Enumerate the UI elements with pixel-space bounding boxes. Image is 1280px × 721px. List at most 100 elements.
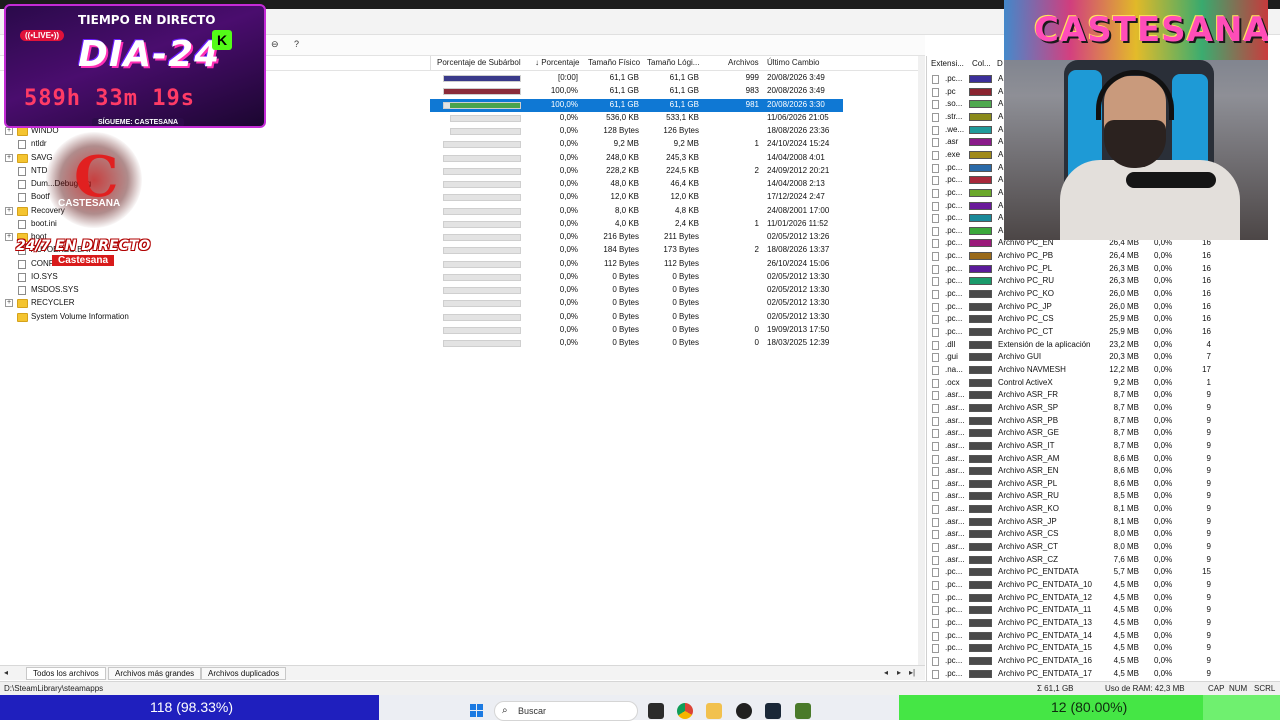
extension-row[interactable]: .pc... Archivo PC_ENTDATA_10 4,5 MB 0,0% 9 (929, 579, 1269, 592)
table-row[interactable]: 0,0% 228,2 KB 224,5 KB 2 24/09/2012 20:21 (430, 165, 843, 178)
taskbar-search[interactable] (494, 701, 638, 721)
extension-row[interactable]: .gui Archivo GUI 20,3 MB 0,0% 7 (929, 351, 1269, 364)
table-row[interactable]: 0,0% 0 Bytes 0 Bytes 02/05/2012 13:30 (430, 284, 843, 297)
extension-row[interactable]: .ocx Control ActiveX 9,2 MB 0,0% 1 (929, 377, 1269, 390)
help-button[interactable]: ? (294, 39, 299, 49)
expand-icon[interactable]: + (5, 299, 13, 308)
cell-physical-size: 61,1 GB (609, 99, 639, 109)
extension-row[interactable]: .pc... Archivo PC_ENTDATA_12 4,5 MB 0,0% 9 (929, 592, 1269, 605)
chrome-icon[interactable] (677, 703, 693, 719)
extension-row[interactable]: .asr... Archivo ASR_EN 8,6 MB 0,0% 9 (929, 465, 1269, 478)
table-row[interactable]: 0,0% 248,0 KB 245,3 KB 14/04/2008 4:01 (430, 152, 843, 165)
table-row[interactable]: 0,0% 0 Bytes 0 Bytes 02/05/2012 13:30 (430, 297, 843, 310)
extension-row[interactable]: .pc... Archivo PC_ENTDATA 5,7 MB 0,0% 15 (929, 566, 1269, 579)
table-row[interactable]: 0,0% 184 Bytes 173 Bytes 2 18/08/2026 13:37 (430, 244, 843, 257)
col-files[interactable]: Archivos (728, 58, 759, 67)
extension-row[interactable]: .pc... Archivo PC_RU 26,3 MB 0,0% 16 (929, 275, 1269, 288)
scroll-left-icon[interactable]: ◂ (884, 668, 888, 677)
extension-row[interactable]: .asr... Archivo ASR_CZ 7,6 MB 0,0% 9 (929, 554, 1269, 567)
tree-row[interactable]: System Volume Information (0, 311, 440, 324)
extension-row[interactable]: .na... Archivo NAVMESH 12,2 MB 0,0% 17 (929, 364, 1269, 377)
zoom-icon[interactable]: ⊖ (271, 39, 279, 50)
extension-row[interactable]: .pc... Archivo PC_ENTDATA_15 4,5 MB 0,0% 9 (929, 642, 1269, 655)
col-percent[interactable]: ↓ Porcentaje (535, 58, 579, 67)
table-row[interactable]: 0,0% 48,0 KB 46,4 KB 14/04/2008 2:13 (430, 178, 843, 191)
table-row[interactable]: 0,0% 0 Bytes 0 Bytes 02/05/2012 13:30 (430, 271, 843, 284)
table-row[interactable]: 0,0% 0 Bytes 0 Bytes 02/05/2012 13:30 (430, 311, 843, 324)
table-row[interactable]: 0,0% 0 Bytes 0 Bytes 0 18/03/2025 12:39 (430, 337, 843, 350)
search-placeholder[interactable]: Buscar (518, 706, 546, 716)
extension-row[interactable]: .asr... Archivo ASR_JP 8,1 MB 0,0% 9 (929, 516, 1269, 529)
tab-largest-files[interactable]: Archivos más grandes (108, 667, 202, 680)
vertical-scrollbar[interactable] (918, 56, 925, 665)
col-subtree-percent[interactable]: Porcentaje de Subárbol (437, 58, 521, 67)
extension-row[interactable]: .pc... Archivo PC_JP 26,0 MB 0,0% 16 (929, 301, 1269, 314)
table-row[interactable]: 0,0% 8,0 KB 4,8 KB 24/08/2001 17:00 (430, 205, 843, 218)
extension-row[interactable]: .asr... Archivo ASR_PB 8,7 MB 0,0% 9 (929, 415, 1269, 428)
extension-name: .pc... (945, 175, 963, 185)
table-row[interactable]: 100,0% 61,1 GB 61,1 GB 983 20/08/2026 3:49 (430, 85, 843, 98)
extension-row[interactable]: .pc... Archivo PC_PB 26,4 MB 0,0% 16 (929, 250, 1269, 263)
extension-row[interactable]: .asr... Archivo ASR_KO 8,1 MB 0,0% 9 (929, 503, 1269, 516)
extension-row[interactable]: .pc... Archivo PC_ENTDATA_17 4,5 MB 0,0% 9 (929, 668, 1269, 681)
extension-row[interactable]: .pc... Archivo PC_ENTDATA_13 4,5 MB 0,0% 9 (929, 617, 1269, 630)
extension-size: 9,2 MB (1113, 377, 1139, 387)
expand-icon[interactable]: + (5, 153, 13, 162)
extension-row[interactable]: .asr... Archivo ASR_RU 8,5 MB 0,0% 9 (929, 490, 1269, 503)
tree-row[interactable]: IO.SYS (0, 271, 440, 284)
task-view-icon[interactable] (648, 703, 664, 719)
extension-row[interactable]: .pc... Archivo PC_ENTDATA_11 4,5 MB 0,0% 9 (929, 604, 1269, 617)
extension-row[interactable]: .asr... Archivo ASR_AM 8,6 MB 0,0% 9 (929, 453, 1269, 466)
extension-row[interactable]: .asr... Archivo ASR_GE 8,7 MB 0,0% 9 (929, 427, 1269, 440)
extension-row[interactable]: .pc... Archivo PC_ENTDATA_16 4,5 MB 0,0% 9 (929, 655, 1269, 668)
col-color[interactable]: Col... (972, 59, 991, 68)
table-row[interactable]: [0:00] 61,1 GB 61,1 GB 999 20/08/2026 3:49 (430, 72, 843, 85)
table-row[interactable]: 0,0% 4,0 KB 2,4 KB 1 11/01/2026 11:52 (430, 218, 843, 231)
expand-icon[interactable]: + (5, 206, 13, 215)
file-icon (18, 180, 26, 189)
extension-row[interactable]: .asr... Archivo ASR_PL 8,6 MB 0,0% 9 (929, 478, 1269, 491)
table-row[interactable]: 100,0% 61,1 GB 61,1 GB 981 20/08/2026 3:30 (430, 98, 843, 112)
extension-row[interactable]: .pc... Archivo PC_PL 26,3 MB 0,0% 16 (929, 263, 1269, 276)
table-row[interactable]: 0,0% 12,0 KB 12,0 KB 17/12/2024 2:47 (430, 191, 843, 204)
cell-physical-size: 0 Bytes (612, 285, 639, 294)
extension-row[interactable]: .asr... Archivo ASR_IT 8,7 MB 0,0% 9 (929, 440, 1269, 453)
table-row[interactable]: 0,0% 0 Bytes 0 Bytes 0 19/09/2013 17:50 (430, 324, 843, 337)
tree-row[interactable]: + RECYCLER (0, 297, 440, 310)
extension-name: .pc... (945, 580, 963, 589)
extension-row[interactable]: .asr... Archivo ASR_FR 8,7 MB 0,0% 9 (929, 389, 1269, 402)
extension-row[interactable]: .pc... Archivo PC_KO 26,0 MB 0,0% 16 (929, 288, 1269, 301)
extension-row[interactable]: .dll Extensión de la aplicación 23,2 MB 0,0… (929, 339, 1269, 352)
col-last-change[interactable]: Último Cambio (767, 58, 819, 67)
scroll-right-icon[interactable]: ▸ (897, 668, 901, 677)
col-extension[interactable]: Extensi... (931, 59, 964, 68)
table-row[interactable]: 0,0% 128 Bytes 126 Bytes 18/08/2026 23:36 (430, 125, 843, 138)
tree-row[interactable]: MSDOS.SYS (0, 284, 440, 297)
table-row[interactable]: 0,0% 216 Bytes 211 Bytes 02/05/2012 13:26 (430, 231, 843, 244)
col-logical-size[interactable]: Tamaño Lógi... (647, 58, 699, 67)
tab-scroll-left-icon[interactable]: ◂ (4, 668, 8, 677)
app-icon[interactable] (795, 703, 811, 719)
table-row[interactable]: 0,0% 112 Bytes 112 Bytes 26/10/2024 15:06 (430, 258, 843, 271)
extension-row[interactable]: .pc... Archivo PC_CS 25,9 MB 0,0% 16 (929, 313, 1269, 326)
extension-row[interactable]: .asr... Archivo ASR_CS 8,0 MB 0,0% 9 (929, 528, 1269, 541)
tab-duplicate-files[interactable]: Archivos duplicados (201, 667, 287, 680)
col-physical-size[interactable]: Tamaño Físico (588, 58, 640, 67)
scroll-end-icon[interactable]: ▸| (909, 668, 915, 677)
extension-row[interactable]: .pc... Archivo PC_ENTDATA_14 4,5 MB 0,0% 9 (929, 630, 1269, 643)
file-explorer-icon[interactable] (706, 703, 722, 719)
col-description[interactable]: D (997, 59, 1003, 68)
extension-row[interactable]: .asr... Archivo ASR_CT 8,0 MB 0,0% 9 (929, 541, 1269, 554)
table-row[interactable]: 0,0% 536,0 KB 533,1 KB 11/06/2026 21:05 (430, 112, 843, 125)
tab-all-files[interactable]: Todos los archivos (26, 667, 106, 680)
windows-start-icon[interactable] (470, 704, 484, 718)
steam-icon[interactable] (765, 703, 781, 719)
table-row[interactable]: 0,0% 9,2 MB 9,2 MB 1 24/10/2024 15:24 (430, 138, 843, 151)
expand-icon[interactable]: + (5, 127, 13, 135)
extension-row[interactable]: .asr... Archivo ASR_SP 8,7 MB 0,0% 9 (929, 402, 1269, 415)
cell-percent: 0,0% (559, 126, 578, 135)
extension-row[interactable]: .pc... Archivo PC_CT 25,9 MB 0,0% 16 (929, 326, 1269, 339)
tree-row[interactable]: boot.ini (0, 218, 440, 231)
cell-last-change: 20/08/2026 3:49 (767, 86, 825, 96)
obs-icon[interactable] (736, 703, 752, 719)
